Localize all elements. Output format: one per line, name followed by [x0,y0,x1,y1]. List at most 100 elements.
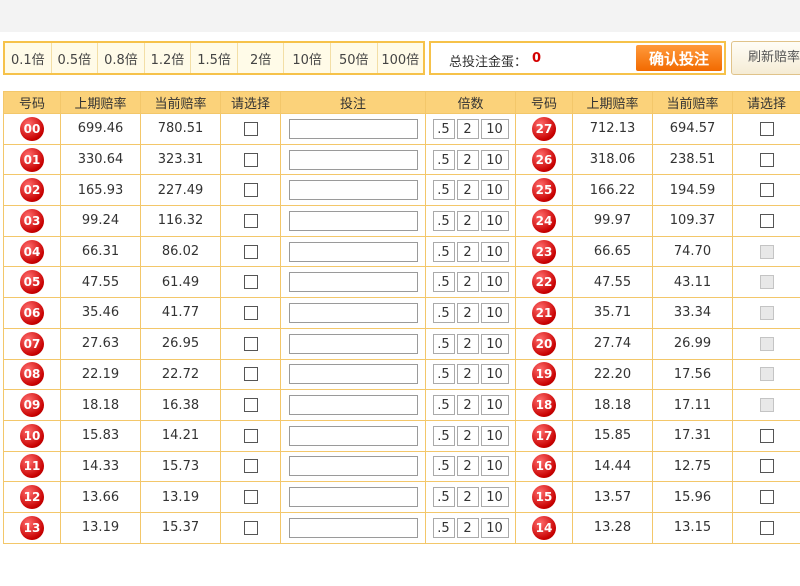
multiplier-10x-button[interactable]: 10 [480,425,509,446]
multiplier-10x-button[interactable]: 10 [480,487,509,508]
select-checkbox[interactable] [759,398,774,413]
multiplier-button[interactable]: 1.2倍 [145,43,192,73]
multiplier-half-button[interactable]: .5 [432,180,455,201]
select-checkbox[interactable] [243,490,258,505]
multiplier-10x-button[interactable]: 10 [480,272,509,293]
multiplier-2x-button[interactable]: 2 [456,333,479,354]
multiplier-button[interactable]: 0.5倍 [52,43,99,73]
bet-amount-input[interactable] [288,487,418,508]
select-checkbox[interactable] [243,459,258,474]
select-checkbox[interactable] [243,275,258,290]
multiplier-half-button[interactable]: .5 [432,487,455,508]
multiplier-button[interactable]: 0.8倍 [98,43,145,73]
multiplier-2x-button[interactable]: 2 [456,149,479,170]
bet-amount-input[interactable] [288,241,418,262]
select-checkbox[interactable] [243,367,258,382]
multiplier-button[interactable]: 0.1倍 [5,43,52,73]
multiplier-10x-button[interactable]: 10 [480,456,509,477]
multiplier-10x-button[interactable]: 10 [480,210,509,231]
multiplier-half-button[interactable]: .5 [432,517,455,538]
select-checkbox[interactable] [759,305,774,320]
multiplier-10x-button[interactable]: 10 [480,517,509,538]
multiplier-half-button[interactable]: .5 [432,425,455,446]
multiplier-10x-button[interactable]: 10 [480,149,509,170]
multiplier-2x-button[interactable]: 2 [456,241,479,262]
multiplier-half-button[interactable]: .5 [432,302,455,323]
select-checkbox[interactable] [759,367,774,382]
multiplier-10x-button[interactable]: 10 [480,118,509,139]
multiplier-2x-button[interactable]: 2 [456,272,479,293]
odds-table: 号码 上期赔率 当前赔率 请选择 投注 倍数 号码 上期赔率 当前赔率 请选择 … [3,91,800,544]
select-checkbox[interactable] [759,121,774,136]
multiplier-half-button[interactable]: .5 [432,118,455,139]
multiplier-button[interactable]: 1.5倍 [191,43,238,73]
select-checkbox[interactable] [243,152,258,167]
multiplier-half-button[interactable]: .5 [432,456,455,477]
multiplier-half-button[interactable]: .5 [432,272,455,293]
select-checkbox[interactable] [243,336,258,351]
select-checkbox[interactable] [759,152,774,167]
refresh-odds-button[interactable]: 刷新赔率 [731,41,800,75]
multiplier-2x-button[interactable]: 2 [456,180,479,201]
multiplier-10x-button[interactable]: 10 [480,180,509,201]
select-checkbox[interactable] [759,428,774,443]
multiplier-half-button[interactable]: .5 [432,210,455,231]
select-checkbox[interactable] [759,213,774,228]
multiplier-2x-button[interactable]: 2 [456,395,479,416]
bet-amount-input[interactable] [288,210,418,231]
select-checkbox[interactable] [759,459,774,474]
bet-amount-input[interactable] [288,272,418,293]
multiplier-2x-button[interactable]: 2 [456,517,479,538]
select-checkbox[interactable] [243,398,258,413]
multiplier-2x-button[interactable]: 2 [456,210,479,231]
curr-odds: 780.51 [140,113,221,145]
bet-amount-input[interactable] [288,118,418,139]
multiplier-2x-button[interactable]: 2 [456,118,479,139]
select-checkbox[interactable] [243,183,258,198]
bet-amount-input[interactable] [288,364,418,385]
multiplier-button[interactable]: 50倍 [331,43,378,73]
select-checkbox[interactable] [759,490,774,505]
select-checkbox[interactable] [243,520,258,535]
bet-amount-input[interactable] [288,395,418,416]
bet-amount-input[interactable] [288,517,418,538]
multiplier-10x-button[interactable]: 10 [480,241,509,262]
multiplier-10x-button[interactable]: 10 [480,364,509,385]
multiplier-2x-button[interactable]: 2 [456,456,479,477]
select-checkbox[interactable] [243,305,258,320]
multiplier-half-button[interactable]: .5 [432,395,455,416]
bet-amount-input[interactable] [288,180,418,201]
multiplier-10x-button[interactable]: 10 [480,333,509,354]
bet-amount-input[interactable] [288,149,418,170]
prev-odds: 22.20 [572,358,653,391]
multiplier-half-button[interactable]: .5 [432,364,455,385]
select-checkbox[interactable] [759,244,774,259]
bet-amount-input[interactable] [288,302,418,323]
bet-amount-input[interactable] [288,425,418,446]
multiplier-button[interactable]: 10倍 [284,43,331,73]
multiplier-button[interactable]: 100倍 [378,43,424,73]
multiplier-half-button[interactable]: .5 [432,149,455,170]
select-checkbox[interactable] [759,275,774,290]
multiplier-2x-button[interactable]: 2 [456,364,479,385]
select-checkbox[interactable] [243,428,258,443]
select-checkbox[interactable] [759,336,774,351]
select-checkbox[interactable] [759,520,774,535]
prev-odds: 712.13 [572,113,653,145]
multiplier-2x-button[interactable]: 2 [456,487,479,508]
select-checkbox[interactable] [243,244,258,259]
bet-amount-input[interactable] [288,333,418,354]
confirm-bet-button[interactable]: 确认投注 [636,45,722,71]
select-checkbox[interactable] [243,213,258,228]
number-ball: 01 [20,147,44,172]
select-checkbox[interactable] [759,183,774,198]
bet-amount-input[interactable] [288,456,418,477]
multiplier-2x-button[interactable]: 2 [456,425,479,446]
select-checkbox[interactable] [243,121,258,136]
multiplier-half-button[interactable]: .5 [432,333,455,354]
multiplier-10x-button[interactable]: 10 [480,395,509,416]
multiplier-2x-button[interactable]: 2 [456,302,479,323]
multiplier-half-button[interactable]: .5 [432,241,455,262]
multiplier-button[interactable]: 2倍 [238,43,285,73]
multiplier-10x-button[interactable]: 10 [480,302,509,323]
